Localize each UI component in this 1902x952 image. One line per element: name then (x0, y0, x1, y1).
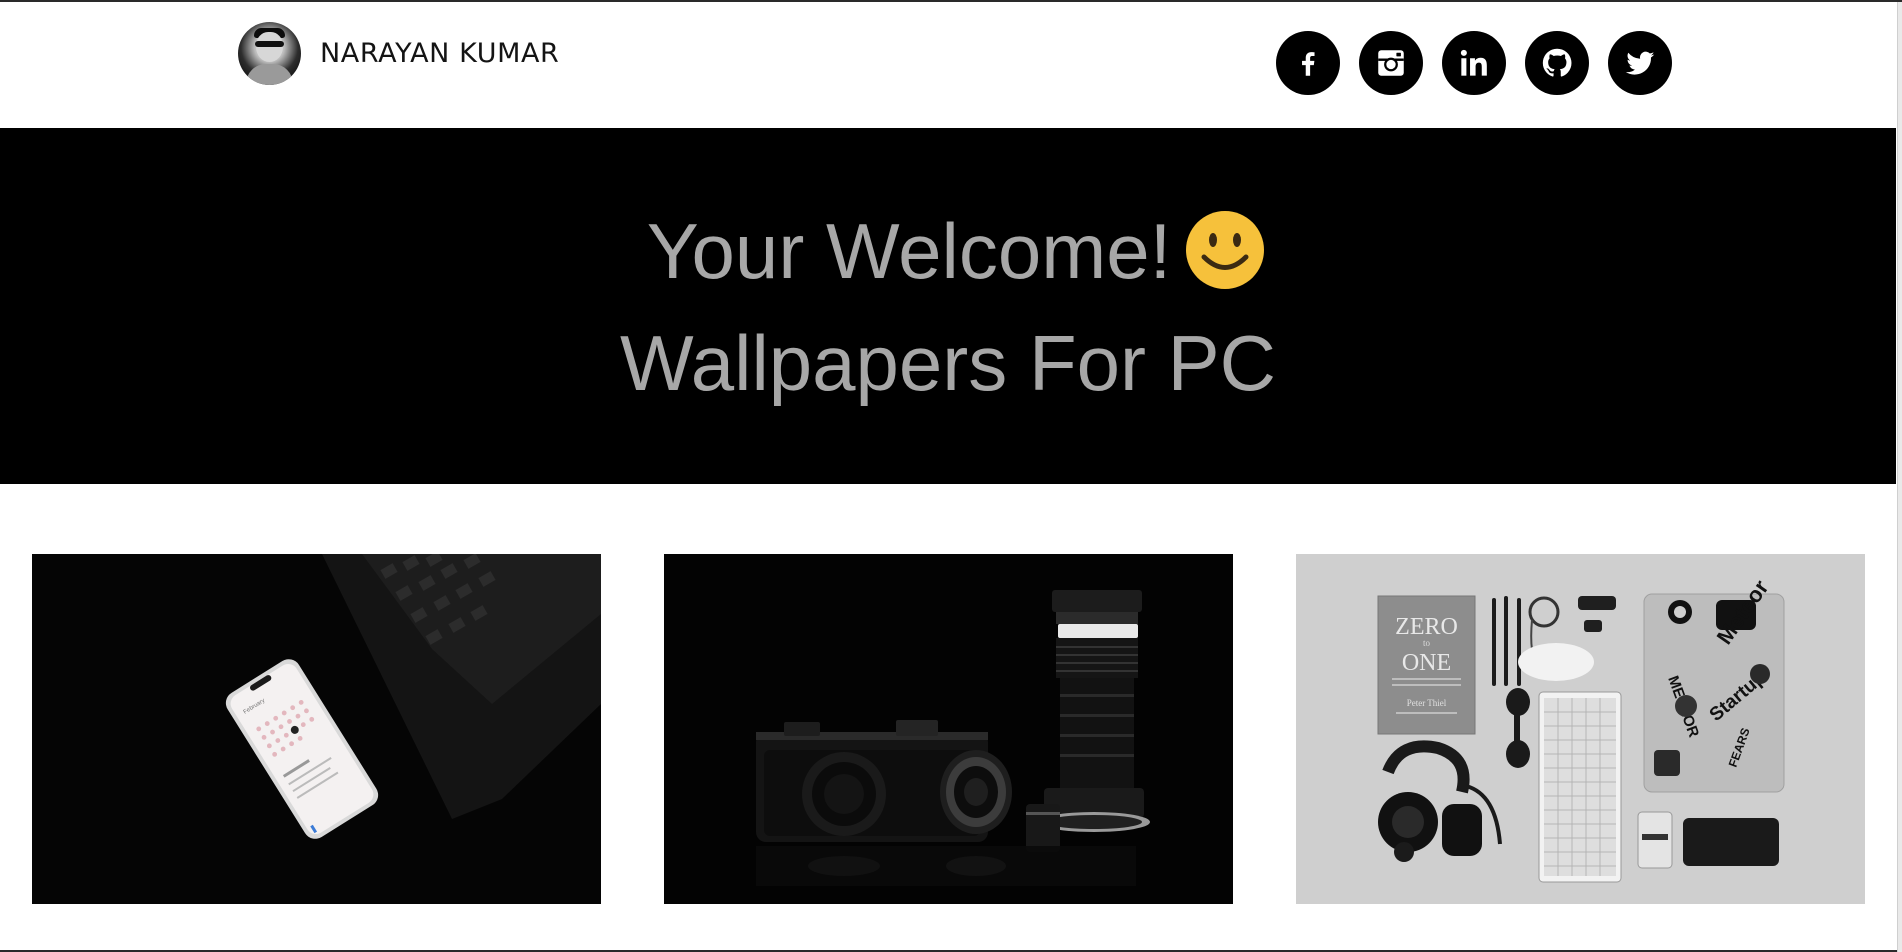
smiley-face-icon (1186, 211, 1265, 289)
hero-subheading: Wallpapers For PC (620, 319, 1276, 407)
linkedin-icon (1460, 49, 1487, 76)
hero-banner: Your Welcome! Wallpapers For PC (0, 128, 1896, 484)
book-title-one: ONE (1402, 650, 1451, 676)
book-title-to: to (1423, 638, 1431, 648)
brand-name: NARAYAN KUMAR (320, 38, 560, 69)
facebook-link[interactable] (1276, 31, 1340, 95)
camera-lens-image (664, 554, 1233, 904)
twitter-icon (1625, 51, 1655, 75)
linkedin-link[interactable] (1442, 31, 1506, 95)
scrollbar-edge[interactable] (1897, 2, 1902, 952)
twitter-link[interactable] (1608, 31, 1672, 95)
instagram-icon (1378, 50, 1404, 76)
facebook-icon (1302, 52, 1315, 76)
hero-heading: Your Welcome! (0, 210, 1896, 290)
github-icon (1542, 48, 1572, 77)
instagram-link[interactable] (1359, 31, 1423, 95)
github-link[interactable] (1525, 31, 1589, 95)
site-header: NARAYAN KUMAR (0, 2, 1896, 128)
wallpaper-camera-lens[interactable] (664, 554, 1233, 904)
social-links (1276, 31, 1672, 95)
hero-welcome-text: Your Welcome! (646, 207, 1172, 295)
book-author: Peter Thiel (1407, 698, 1447, 708)
wallpaper-phone-laptop[interactable]: February (32, 554, 601, 904)
avatar (238, 22, 301, 85)
brand-link[interactable]: NARAYAN KUMAR (238, 22, 559, 85)
book-title-zero: ZERO (1395, 614, 1458, 640)
flatlay-image: ZERO to ONE Peter Thiel Meteor Startup F… (1296, 554, 1865, 904)
wallpaper-flatlay[interactable]: ZERO to ONE Peter Thiel Meteor Startup F… (1296, 554, 1865, 904)
phone-laptop-image: February (32, 554, 601, 904)
page-frame: NARAYAN KUMAR Your Welcome! Wallpapers F… (0, 0, 1902, 952)
